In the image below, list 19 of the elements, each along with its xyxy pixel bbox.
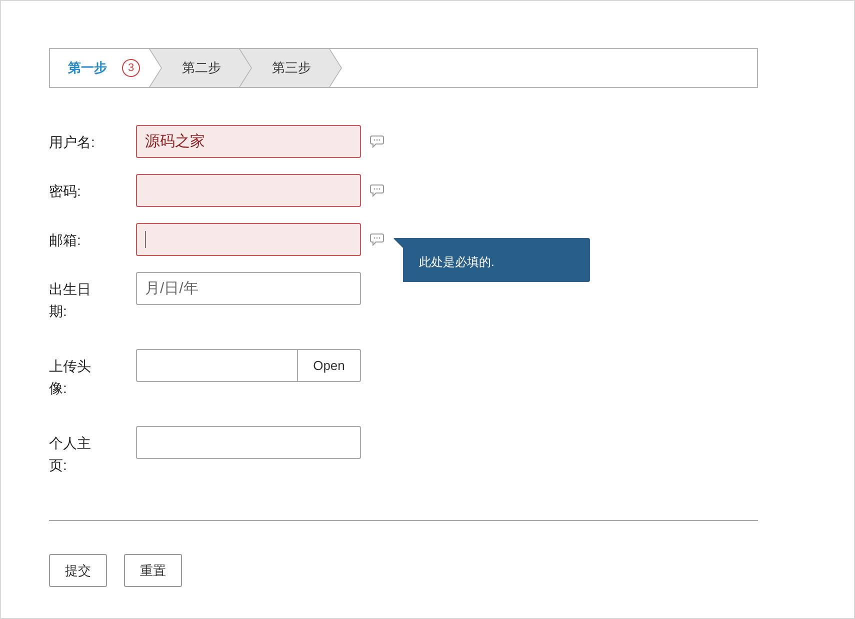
field-label: 个人主页: (49, 434, 92, 475)
step-tab[interactable]: 第一步 3 (50, 49, 162, 87)
form-button[interactable]: 提交 (49, 554, 107, 587)
input-field[interactable] (136, 426, 361, 459)
step-tab[interactable]: 第三步 (252, 49, 342, 87)
input-field[interactable] (136, 174, 361, 207)
input-field[interactable] (136, 223, 361, 256)
date-field[interactable]: 月/日/年 (136, 272, 361, 305)
field-label: 上传头像: (49, 357, 92, 398)
open-button[interactable]: Open (297, 350, 360, 381)
field-label: 邮箱: (49, 231, 82, 250)
count-badge: 3 (122, 59, 140, 77)
field-label: 密码: (49, 182, 82, 201)
file-field[interactable]: Open (136, 349, 361, 382)
tooltip: 此处是必填的. (393, 238, 590, 282)
input-field[interactable]: 源码之家 (136, 125, 361, 158)
form-button[interactable]: 重置 (124, 554, 182, 587)
field-label: 用户名: (49, 133, 96, 152)
field-label: 出生日期: (49, 280, 92, 321)
